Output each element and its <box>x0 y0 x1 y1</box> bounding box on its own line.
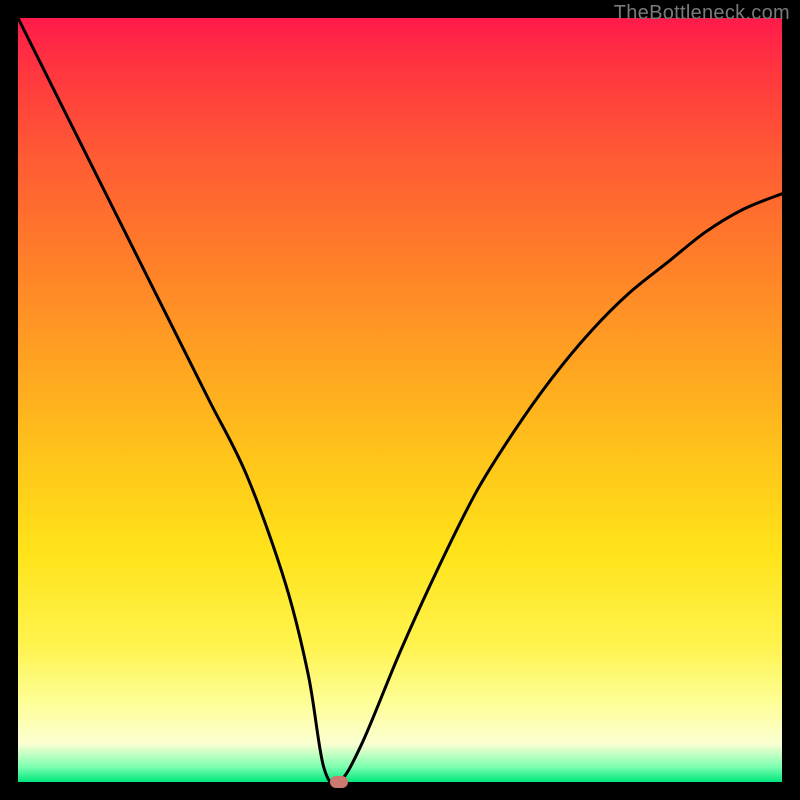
curve-svg <box>18 18 782 782</box>
plot-area <box>18 18 782 782</box>
minimum-marker <box>330 776 348 788</box>
bottleneck-curve <box>18 18 782 782</box>
chart-frame: TheBottleneck.com <box>0 0 800 800</box>
